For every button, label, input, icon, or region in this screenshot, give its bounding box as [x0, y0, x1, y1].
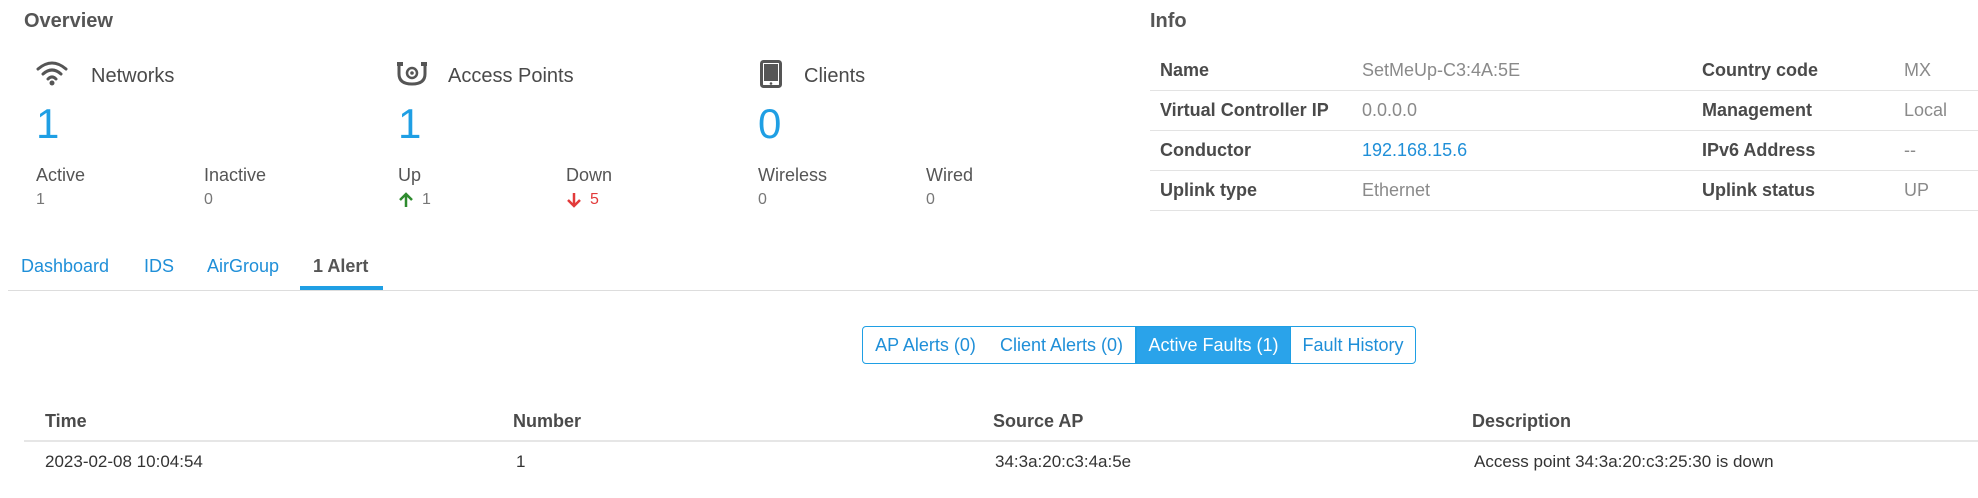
info-value: MX	[1904, 60, 1931, 80]
column-header-time[interactable]: Time	[45, 411, 87, 432]
info-value: 0.0.0.0	[1362, 100, 1418, 120]
clients-count[interactable]: 0	[758, 103, 781, 145]
clients-wired-label: Wired	[926, 165, 974, 185]
networks-active-value: 1	[36, 191, 45, 208]
tab-airgroup[interactable]: AirGroup	[207, 256, 279, 277]
clients-wireless-label: Wireless	[758, 165, 828, 185]
active-faults-button[interactable]: Active Faults (1)	[1136, 326, 1291, 364]
alert-source-ap: 34:3a:20:c3:4a:5e	[995, 452, 1132, 471]
tab-dashboard[interactable]: Dashboard	[21, 256, 109, 277]
info-key: Management	[1702, 100, 1813, 120]
info-key: Uplink type	[1160, 180, 1258, 200]
info-value: SetMeUp-C3:4A:5E	[1362, 60, 1521, 80]
tab-alerts[interactable]: 1 Alert	[313, 256, 368, 277]
info-row: Virtual Controller IP 0.0.0.0 Management…	[1150, 90, 1978, 131]
clients-wired-value: 0	[926, 191, 935, 208]
info-value: Local	[1904, 100, 1948, 120]
access-points-down-value: 5	[590, 191, 599, 208]
clients-label: Clients	[804, 65, 866, 87]
alert-number: 1	[516, 452, 526, 471]
networks-label: Networks	[91, 65, 175, 87]
tab-ids[interactable]: IDS	[144, 256, 174, 277]
tablet-icon	[760, 60, 782, 88]
access-points-down-label: Down	[566, 165, 613, 185]
info-value: --	[1904, 140, 1916, 160]
info-value: Ethernet	[1362, 180, 1431, 200]
networks-active-label: Active	[36, 165, 86, 185]
info-row: Uplink type Ethernet Uplink status UP	[1150, 170, 1978, 211]
access-points-label: Access Points	[448, 65, 574, 87]
ap-alerts-button[interactable]: AP Alerts (0)	[862, 326, 989, 364]
tabs-divider	[8, 290, 1978, 291]
access-points-count[interactable]: 1	[398, 103, 421, 145]
alert-description: Access point 34:3a:20:c3:25:30 is down	[1474, 452, 1774, 471]
info-key: Conductor	[1160, 140, 1251, 160]
alert-time: 2023-02-08 10:04:54	[45, 452, 203, 471]
info-key: Name	[1160, 60, 1210, 80]
access-points-up-value: 1	[422, 191, 431, 208]
info-key: Virtual Controller IP	[1160, 100, 1329, 120]
info-value: UP	[1904, 180, 1930, 200]
networks-inactive-label: Inactive	[204, 165, 267, 185]
active-tab-indicator	[300, 286, 383, 290]
info-key: IPv6 Address	[1702, 140, 1816, 160]
arrow-up-icon	[398, 192, 414, 208]
overview-title: Overview	[24, 10, 113, 32]
networks-inactive-value: 0	[204, 191, 213, 208]
info-key: Uplink status	[1702, 180, 1816, 200]
access-points-up-label: Up	[398, 165, 422, 185]
column-header-source-ap[interactable]: Source AP	[993, 411, 1083, 432]
fault-history-button[interactable]: Fault History	[1290, 326, 1416, 364]
wifi-icon	[36, 60, 68, 86]
info-row: Conductor 192.168.15.6 IPv6 Address --	[1150, 130, 1978, 171]
conductor-link[interactable]: 192.168.15.6	[1362, 140, 1467, 161]
clients-wireless-value: 0	[758, 191, 767, 208]
networks-count[interactable]: 1	[36, 103, 59, 145]
column-header-number[interactable]: Number	[513, 411, 581, 432]
table-header-divider	[24, 440, 1978, 442]
access-point-icon	[396, 60, 428, 88]
info-title: Info	[1150, 10, 1187, 32]
arrow-down-icon	[566, 192, 582, 208]
column-header-description[interactable]: Description	[1472, 411, 1571, 432]
client-alerts-button[interactable]: Client Alerts (0)	[988, 326, 1136, 364]
info-row: Name SetMeUp-C3:4A:5E Country code MX	[1150, 50, 1978, 91]
info-key: Country code	[1702, 60, 1819, 80]
